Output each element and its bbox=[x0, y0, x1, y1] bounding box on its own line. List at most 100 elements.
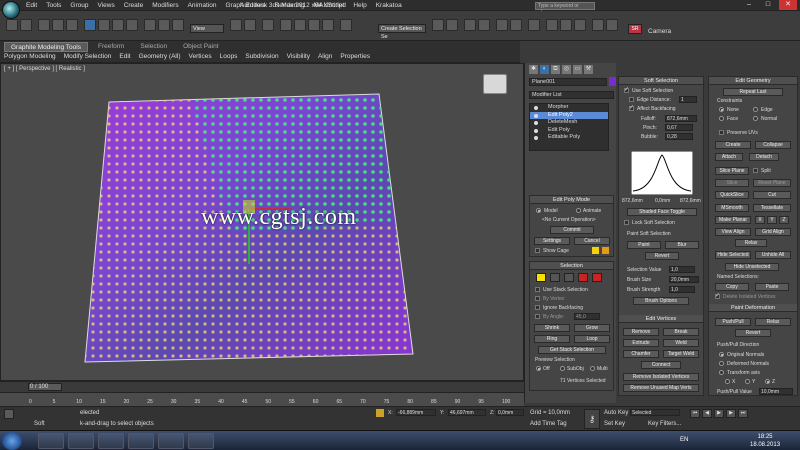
pinch-spinner[interactable]: 0,67 bbox=[665, 124, 693, 131]
show-cage-checkbox[interactable] bbox=[535, 248, 540, 253]
constraint-edge-radio[interactable] bbox=[753, 107, 758, 112]
use-soft-selection-checkbox[interactable] bbox=[624, 86, 629, 93]
auto-key-button[interactable]: Auto Key bbox=[604, 410, 628, 416]
rollout-title[interactable]: Edit Poly Mode bbox=[530, 196, 613, 204]
search-input[interactable]: Type a keyword or phrase bbox=[535, 2, 595, 16]
brush-strength-spinner[interactable]: 1,0 bbox=[669, 286, 695, 293]
sr-icon[interactable]: SR bbox=[628, 24, 642, 34]
repeat-last-button[interactable]: Repeat Last bbox=[723, 88, 783, 96]
object-color-swatch[interactable] bbox=[609, 77, 616, 86]
explorer-taskbar-icon[interactable] bbox=[38, 433, 64, 449]
revert-button[interactable]: Revert bbox=[645, 252, 679, 260]
key-filters-button[interactable]: Key Filters... bbox=[648, 421, 681, 427]
relax-button[interactable]: Relax bbox=[735, 239, 767, 247]
ribbon-properties[interactable]: Properties bbox=[340, 53, 370, 63]
preview-off-radio[interactable] bbox=[536, 366, 541, 371]
maximize-button[interactable]: □ bbox=[759, 0, 777, 10]
paste-button[interactable]: Paste bbox=[755, 283, 789, 291]
camera-label[interactable]: Camera bbox=[648, 28, 671, 35]
y-coordinate-field[interactable]: 46,697mm bbox=[448, 409, 486, 416]
layer-manager-icon[interactable] bbox=[464, 19, 476, 31]
model-radio[interactable] bbox=[536, 208, 541, 213]
stack-item-editable-poly[interactable]: Editable Poly bbox=[530, 134, 608, 142]
render-icon[interactable] bbox=[574, 19, 586, 31]
hierarchy-tab-icon[interactable]: ⧉ bbox=[551, 65, 560, 74]
window-crossing-icon[interactable] bbox=[126, 19, 138, 31]
detach-button[interactable]: Detach bbox=[749, 153, 779, 161]
reset-plane-button[interactable]: Reset Plane bbox=[753, 179, 791, 187]
menu-edit[interactable]: Edit bbox=[26, 2, 37, 9]
modify-tab-icon[interactable]: ◐ bbox=[540, 65, 549, 74]
menu-views[interactable]: Views bbox=[97, 2, 114, 9]
next-frame-icon[interactable]: ▶ bbox=[726, 409, 736, 418]
cancel-button[interactable]: Cancel bbox=[574, 237, 610, 245]
vray-icon[interactable] bbox=[592, 19, 604, 31]
original-normals-radio[interactable] bbox=[719, 352, 724, 357]
material-editor-icon[interactable] bbox=[528, 19, 540, 31]
snap-icon[interactable] bbox=[280, 19, 292, 31]
app-logo-icon[interactable] bbox=[2, 1, 20, 19]
ribbon-loops[interactable]: Loops bbox=[220, 53, 238, 63]
object-name-field[interactable]: Plane001 bbox=[529, 78, 607, 86]
tessellate-button[interactable]: Tessellate bbox=[753, 204, 791, 212]
by-angle-spinner[interactable]: 45,0 bbox=[574, 313, 600, 320]
rollout-title[interactable]: Soft Selection bbox=[619, 77, 703, 85]
collapse-button[interactable]: Collapse bbox=[755, 141, 791, 149]
edge-distance-checkbox[interactable] bbox=[629, 97, 634, 102]
set-key-button[interactable]: Set Key bbox=[604, 421, 625, 427]
menu-modifiers[interactable]: Modifiers bbox=[152, 2, 178, 9]
split-checkbox[interactable] bbox=[753, 168, 758, 173]
stack-item-morpher[interactable]: Morpher bbox=[530, 104, 608, 112]
preview-multi-radio[interactable] bbox=[590, 366, 595, 371]
delete-isolated-checkbox[interactable] bbox=[715, 292, 720, 299]
element-mode-icon[interactable] bbox=[592, 273, 602, 282]
angle-snap-icon[interactable] bbox=[294, 19, 306, 31]
stack-item-edit-poly[interactable]: Edit Poly bbox=[530, 127, 608, 135]
polygon-mode-icon[interactable] bbox=[578, 273, 588, 282]
axis-z-radio[interactable] bbox=[765, 379, 770, 384]
view-align-button[interactable]: View Align bbox=[715, 228, 751, 236]
align-icon[interactable] bbox=[446, 19, 458, 31]
link-icon[interactable] bbox=[38, 19, 50, 31]
remove-button[interactable]: Remove bbox=[623, 328, 659, 336]
copy-button[interactable]: Copy bbox=[715, 283, 749, 291]
minimize-button[interactable]: – bbox=[740, 0, 758, 10]
perspective-viewport[interactable]: [ + ] [ Perspective ] [ Realistic ] www.… bbox=[0, 63, 524, 381]
stack-item-edit-poly2[interactable]: Edit Poly2 bbox=[530, 111, 608, 119]
set-key-icon[interactable]: ⚷ bbox=[584, 409, 600, 429]
connect-button[interactable]: Connect bbox=[641, 361, 681, 369]
reference-coord-dropdown[interactable]: View bbox=[190, 24, 224, 33]
scale-icon[interactable] bbox=[172, 19, 184, 31]
prev-frame-icon[interactable]: ◀ bbox=[702, 409, 712, 418]
menu-create[interactable]: Create bbox=[124, 2, 144, 9]
cut-button[interactable]: Cut bbox=[753, 191, 791, 199]
edge-distance-spinner[interactable]: 1 bbox=[679, 96, 697, 103]
ring-button[interactable]: Ring bbox=[534, 335, 570, 343]
display-tab-icon[interactable]: ▭ bbox=[573, 65, 582, 74]
menu-animation[interactable]: Animation bbox=[188, 2, 217, 9]
cage-color-swatch[interactable] bbox=[592, 247, 599, 254]
push-pull-button[interactable]: Push/Pull bbox=[715, 318, 751, 326]
extrude-button[interactable]: Extrude bbox=[623, 339, 659, 347]
by-angle-checkbox[interactable] bbox=[535, 314, 540, 319]
rotate-icon[interactable] bbox=[158, 19, 170, 31]
affect-backfacing-checkbox[interactable] bbox=[629, 104, 634, 111]
go-start-icon[interactable]: ⏮ bbox=[690, 409, 700, 418]
grid-align-button[interactable]: Grid Align bbox=[755, 228, 791, 236]
mirror-icon[interactable] bbox=[432, 19, 444, 31]
move-icon[interactable] bbox=[144, 19, 156, 31]
chamfer-button[interactable]: Chamfer bbox=[623, 350, 659, 358]
remove-isolated-vertices-button[interactable]: Remove Isolated Vertices bbox=[623, 373, 699, 381]
app-taskbar-icon[interactable] bbox=[188, 433, 214, 449]
grow-button[interactable]: Grow bbox=[574, 324, 610, 332]
constraint-normal-radio[interactable] bbox=[753, 116, 758, 121]
tab-object-paint[interactable]: Object Paint bbox=[177, 42, 224, 52]
vray-fb-icon[interactable] bbox=[606, 19, 618, 31]
hide-selected-button[interactable]: Hide Selected bbox=[715, 251, 751, 259]
spinner-snap-icon[interactable] bbox=[322, 19, 334, 31]
quickslice-button[interactable]: QuickSlice bbox=[715, 191, 749, 199]
ribbon-geometry-all[interactable]: Geometry (All) bbox=[139, 53, 181, 63]
animate-radio[interactable] bbox=[576, 208, 581, 213]
viewcube[interactable] bbox=[483, 74, 507, 94]
push-pull-value-spinner[interactable]: 10,0mm bbox=[759, 388, 793, 395]
